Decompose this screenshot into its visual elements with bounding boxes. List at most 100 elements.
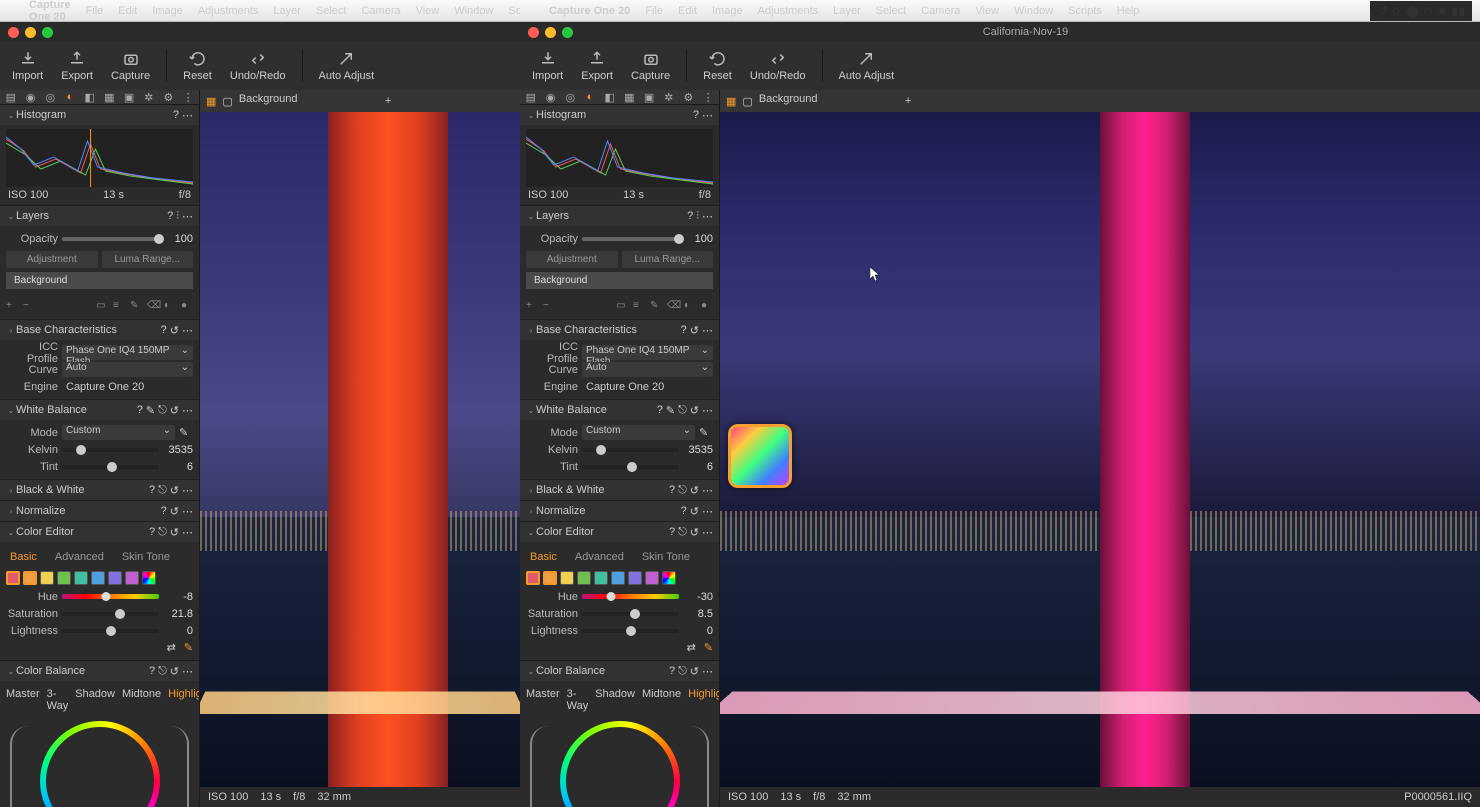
- color-swatch[interactable]: [74, 571, 88, 585]
- undoredo-button[interactable]: Undo/Redo: [226, 48, 290, 84]
- sat-value[interactable]: 21.8: [163, 608, 193, 620]
- canvas-right[interactable]: [720, 112, 1480, 787]
- wb-picker-icon[interactable]: ✎: [179, 426, 193, 439]
- brush-icon[interactable]: ✎: [130, 300, 142, 312]
- ce-tab-advanced[interactable]: Advanced: [51, 549, 108, 565]
- color-swatch[interactable]: [543, 571, 557, 585]
- single-view-icon[interactable]: ▢: [222, 95, 232, 108]
- color-swatch[interactable]: [526, 571, 540, 585]
- curve-select[interactable]: Auto: [62, 362, 193, 377]
- reset-button[interactable]: Reset: [699, 48, 736, 84]
- color-swatch[interactable]: [6, 571, 20, 585]
- color-swatch[interactable]: [23, 571, 37, 585]
- color-swatch[interactable]: [628, 571, 642, 585]
- norm-title[interactable]: Normalize: [16, 505, 161, 517]
- menu-edit[interactable]: Edit: [112, 5, 143, 17]
- cb-midtone[interactable]: Midtone: [122, 688, 161, 712]
- minimize-button[interactable]: [545, 27, 556, 38]
- zoom-button[interactable]: [562, 27, 573, 38]
- menu-layer[interactable]: Layer: [267, 5, 307, 17]
- autoadjust-button[interactable]: Auto Adjust: [835, 48, 899, 84]
- tab-color-icon[interactable]: ◐: [63, 90, 77, 104]
- menu-icon[interactable]: ⋯: [182, 109, 193, 122]
- gradient-icon[interactable]: ◐: [164, 300, 176, 312]
- color-wheel-right[interactable]: [560, 721, 680, 807]
- menu-window[interactable]: Window: [448, 5, 499, 17]
- close-button[interactable]: [528, 27, 539, 38]
- eraser-icon[interactable]: ⌫: [147, 300, 159, 312]
- undoredo-button[interactable]: Undo/Redo: [746, 48, 810, 84]
- hue-value[interactable]: -8: [163, 591, 193, 603]
- reset-button[interactable]: Reset: [179, 48, 216, 84]
- color-swatch[interactable]: [560, 571, 574, 585]
- tab-capture-icon[interactable]: ◉: [24, 90, 38, 104]
- help-icon[interactable]: ?: [173, 109, 179, 122]
- capture-button[interactable]: Capture: [107, 48, 154, 84]
- tint-slider[interactable]: [62, 465, 159, 469]
- canvas-left[interactable]: [200, 112, 520, 787]
- tab-metadata-icon[interactable]: ✲: [142, 90, 156, 104]
- cb-shadow[interactable]: Shadow: [75, 688, 115, 712]
- preset-icon[interactable]: ⫶: [176, 210, 179, 223]
- all-colors-swatch[interactable]: [662, 571, 676, 585]
- color-swatch[interactable]: [594, 571, 608, 585]
- viewer-layer-select[interactable]: Background: [239, 93, 379, 109]
- wb-mode-select[interactable]: Custom: [62, 425, 175, 440]
- copy-mask-icon[interactable]: ▭: [96, 300, 108, 312]
- import-button[interactable]: Import: [528, 48, 567, 84]
- light-value[interactable]: 0: [163, 625, 193, 637]
- export-button[interactable]: Export: [57, 48, 97, 84]
- menubar-status-icons[interactable]: ⤴ ⟳ ⬤ ⏻ ✱ ▮▮: [1370, 1, 1472, 21]
- radial-icon[interactable]: ●: [181, 300, 193, 312]
- tab-details-icon[interactable]: ▦: [103, 90, 117, 104]
- color-swatch[interactable]: [645, 571, 659, 585]
- add-icon[interactable]: +: [385, 95, 391, 107]
- menu-adjustments[interactable]: Adjustments: [192, 5, 265, 17]
- kelvin-slider[interactable]: [62, 448, 159, 452]
- invert-mask-icon[interactable]: ≡: [113, 300, 125, 312]
- cb-3way[interactable]: 3-Way: [47, 688, 69, 712]
- menu-select[interactable]: Select: [310, 5, 353, 17]
- sat-slider[interactable]: [62, 612, 159, 616]
- menu-file[interactable]: File: [80, 5, 110, 17]
- menu-view[interactable]: View: [410, 5, 446, 17]
- kelvin-value[interactable]: 3535: [163, 444, 193, 456]
- all-colors-swatch[interactable]: [142, 571, 156, 585]
- luma-range-button[interactable]: Luma Range...: [102, 251, 194, 268]
- color-swatch[interactable]: [611, 571, 625, 585]
- tab-library-icon[interactable]: ▤: [4, 90, 18, 104]
- app-name[interactable]: Capture One 20: [543, 5, 636, 17]
- zoom-button[interactable]: [42, 27, 53, 38]
- menu-image[interactable]: Image: [146, 5, 189, 17]
- bw-title[interactable]: Black & White: [16, 484, 149, 496]
- cb-highlight[interactable]: Highlight: [168, 688, 200, 712]
- color-swatch[interactable]: [108, 571, 122, 585]
- tab-lens-icon[interactable]: ◎: [43, 90, 57, 104]
- light-slider[interactable]: [62, 629, 159, 633]
- menu-icon[interactable]: ⋯: [182, 210, 193, 223]
- remove-layer-icon[interactable]: −: [23, 300, 35, 312]
- export-button[interactable]: Export: [577, 48, 617, 84]
- color-swatch[interactable]: [577, 571, 591, 585]
- autoadjust-button[interactable]: Auto Adjust: [315, 48, 379, 84]
- icc-profile-select[interactable]: Phase One IQ4 150MP Flash: [62, 345, 193, 360]
- color-swatch[interactable]: [125, 571, 139, 585]
- ce-tab-skin[interactable]: Skin Tone: [118, 549, 174, 565]
- tab-exposure-icon[interactable]: ◧: [83, 90, 97, 104]
- cb-master[interactable]: Master: [6, 688, 40, 712]
- color-swatch[interactable]: [91, 571, 105, 585]
- tab-styles-icon[interactable]: ▣: [122, 90, 136, 104]
- ce-tab-basic[interactable]: Basic: [6, 549, 41, 565]
- ce-picker-icon[interactable]: ✎: [184, 641, 193, 654]
- menu-camera[interactable]: Camera: [355, 5, 406, 17]
- minimize-button[interactable]: [25, 27, 36, 38]
- grid-view-icon[interactable]: ▦: [206, 95, 216, 108]
- app-name[interactable]: Capture One 20: [23, 0, 77, 23]
- opacity-slider[interactable]: [62, 237, 159, 241]
- capture-button[interactable]: Capture: [627, 48, 674, 84]
- hue-slider[interactable]: [62, 594, 159, 599]
- close-button[interactable]: [8, 27, 19, 38]
- tab-output-icon[interactable]: ⚙: [162, 90, 176, 104]
- tab-batch-icon[interactable]: ⋮: [181, 90, 195, 104]
- import-button[interactable]: Import: [8, 48, 47, 84]
